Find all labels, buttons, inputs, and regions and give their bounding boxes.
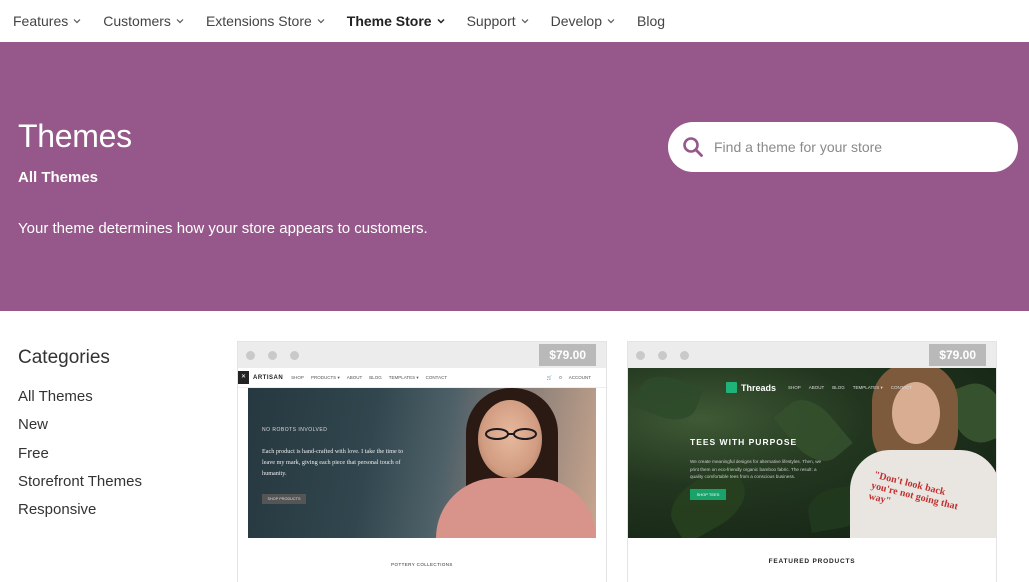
preview-nav: ✕ ARTISAN SHOP PRODUCTS ▾ ABOUT BLOG TEM… — [238, 368, 606, 388]
theme-search-input[interactable] — [714, 139, 994, 155]
window-dot — [246, 350, 255, 360]
category-new[interactable]: New — [18, 411, 142, 439]
preview-nav-link: TEMPLATES ▾ — [388, 374, 419, 380]
nav-label: Develop — [550, 13, 603, 29]
categories-sidebar: Categories All Themes New Free Storefron… — [18, 347, 142, 524]
preview-nav-link: SHOP — [788, 385, 801, 390]
price-badge: $79.00 — [929, 344, 986, 366]
nav-develop[interactable]: Develop — [551, 13, 615, 29]
window-dot — [658, 350, 667, 360]
preview-nav-link: CONTACT — [890, 385, 913, 390]
window-dot — [290, 350, 299, 360]
nav-label: Customers — [103, 13, 171, 29]
woman-face-shape — [892, 382, 940, 444]
preview-brand: ARTISAN — [253, 374, 284, 381]
search-icon[interactable] — [682, 136, 704, 158]
preview-tagline: Each product is hand-crafted with love. … — [262, 448, 404, 477]
chevron-down-icon — [176, 17, 184, 25]
nav-extensions-store[interactable]: Extensions Store — [206, 13, 325, 29]
preview-section-title: FEATURED PRODUCTS — [768, 558, 856, 565]
tshirt-logo-icon — [726, 382, 737, 393]
chevron-down-icon — [317, 17, 325, 25]
nav-customers[interactable]: Customers — [103, 13, 184, 29]
preview-nav-link: BLOG — [832, 385, 845, 390]
browser-bar: $79.00 — [238, 342, 606, 368]
cart-icon: 🛒 — [546, 374, 553, 380]
leaf-shape — [632, 368, 704, 428]
chevron-down-icon — [73, 17, 81, 25]
preview-nav: SHOP ABOUT BLOG TEMPLATES ▾ CONTACT — [788, 385, 920, 391]
categories-title: Categories — [18, 347, 110, 368]
price-badge: $79.00 — [539, 344, 596, 366]
preview-brand: Threads — [741, 382, 777, 393]
page-title: Themes — [18, 118, 132, 154]
window-dot — [680, 350, 689, 360]
page-subtitle: All Themes — [18, 169, 99, 186]
nav-label: Support — [466, 13, 516, 29]
top-navigation: Features Customers Extensions Store Them… — [0, 0, 1029, 42]
chevron-down-icon — [607, 17, 615, 25]
artisan-logo-icon: ✕ — [238, 371, 249, 384]
nav-label: Features — [13, 13, 69, 29]
window-dot — [268, 350, 277, 360]
browser-bar: $79.00 — [628, 342, 996, 368]
window-dot — [636, 350, 645, 360]
nav-label: Theme Store — [346, 13, 432, 29]
preview-nav-link: SHOP — [291, 375, 304, 380]
preview-hero-image: NO ROBOTS INVOLVED Each product is hand-… — [248, 388, 596, 538]
preview-shop-button: SHOP PRODUCTS — [262, 494, 306, 504]
chevron-down-icon — [521, 17, 529, 25]
preview-eyebrow: NO ROBOTS INVOLVED — [262, 427, 328, 433]
category-responsive[interactable]: Responsive — [18, 496, 142, 524]
preview-nav-link: CONTACT — [425, 375, 448, 380]
category-all-themes[interactable]: All Themes — [18, 383, 142, 411]
preview-cart-count: 0 — [559, 374, 562, 380]
preview-nav-link: BLOG — [369, 375, 382, 380]
preview-nav-link: ABOUT — [346, 375, 363, 380]
preview-nav-link: TEMPLATES ▾ — [852, 385, 883, 390]
nav-label: Blog — [637, 13, 666, 29]
preview-shop-button: SHOP TEES — [690, 489, 726, 500]
preview-section-title: POTTERY COLLECTIONS — [391, 562, 453, 567]
preview-body: We create meaningful designs for alterna… — [690, 459, 822, 479]
preview-account: ACCOUNT — [568, 374, 591, 380]
preview-logo: Threads — [726, 382, 776, 393]
category-storefront-themes[interactable]: Storefront Themes — [18, 468, 142, 496]
theme-card-artisan[interactable]: $79.00 ✕ ARTISAN SHOP PRODUCTS ▾ ABOUT B… — [238, 342, 606, 582]
nav-blog[interactable]: Blog — [637, 13, 665, 29]
nav-label: Extensions Store — [205, 13, 312, 29]
glasses-icon — [485, 428, 537, 440]
preview-headline: TEES WITH PURPOSE — [690, 437, 798, 447]
nav-features[interactable]: Features — [13, 13, 81, 29]
page-description: Your theme determines how your store app… — [18, 220, 428, 237]
theme-search-box[interactable] — [668, 122, 1018, 172]
preview-nav-right: 🛒 0 ACCOUNT — [547, 375, 598, 381]
preview-hero-image: "Don't look back you're not going that w… — [628, 368, 996, 538]
nav-support[interactable]: Support — [467, 13, 529, 29]
preview-nav-link: ABOUT — [808, 385, 825, 390]
chevron-down-icon — [437, 17, 445, 25]
theme-card-threads[interactable]: $79.00 "Don't look back you're not going… — [628, 342, 996, 582]
preview-nav-link: PRODUCTS ▾ — [310, 374, 340, 380]
category-free[interactable]: Free — [18, 440, 142, 468]
hero-banner: Themes All Themes Your theme determines … — [0, 42, 1029, 311]
nav-theme-store[interactable]: Theme Store — [347, 13, 445, 29]
